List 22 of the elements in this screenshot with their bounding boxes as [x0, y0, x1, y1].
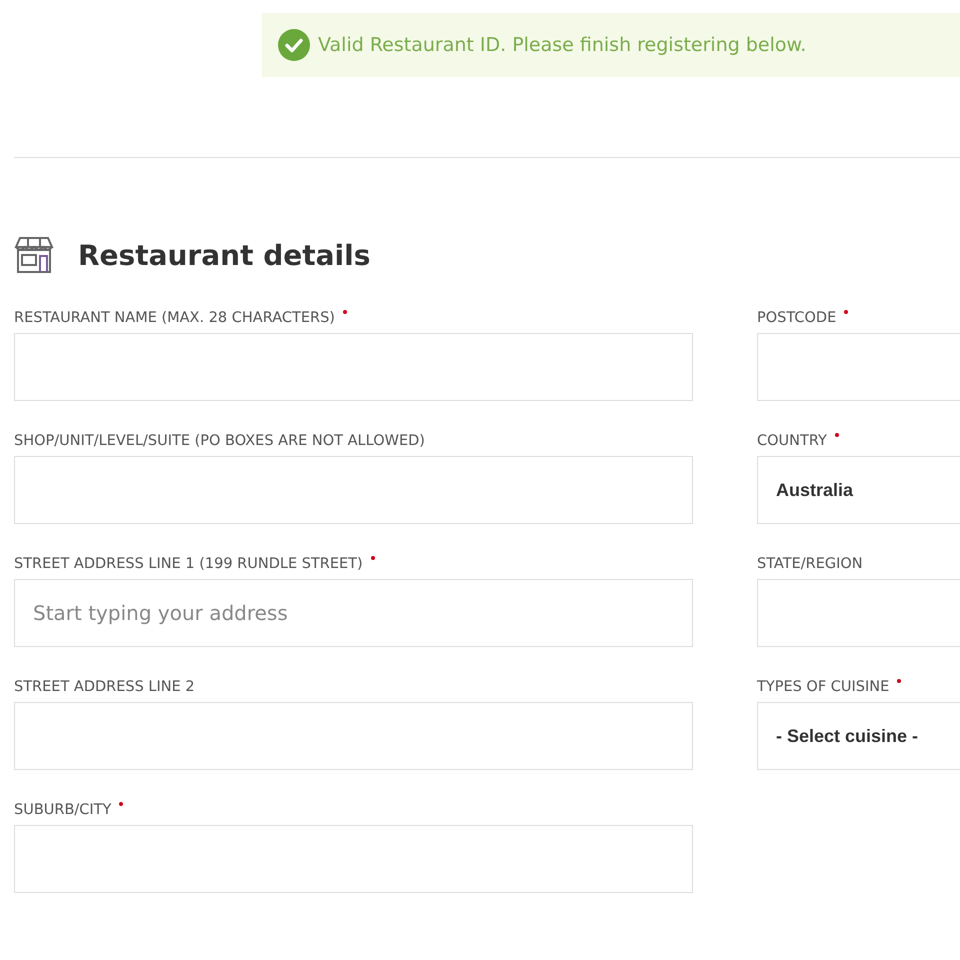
input-field[interactable]: Start typing your address	[14, 579, 693, 647]
input-field[interactable]	[14, 456, 693, 524]
field-label: TYPES OF CUISINE	[757, 679, 890, 695]
field-label: RESTAURANT NAME (MAX. 28 CHARACTERS)	[14, 310, 335, 326]
select-field[interactable]: - Select cuisine -	[757, 702, 960, 770]
field-label: SUBURB/CITY	[14, 802, 112, 818]
section-title: Restaurant details	[78, 238, 370, 272]
input-field[interactable]	[757, 333, 960, 401]
check-icon	[278, 29, 310, 61]
input-field[interactable]	[14, 825, 693, 893]
input-field[interactable]	[14, 333, 693, 401]
storefront-icon	[14, 236, 54, 274]
field-label: STREET ADDRESS LINE 2	[14, 679, 195, 695]
input-field[interactable]	[757, 579, 960, 647]
field-label: STREET ADDRESS LINE 1 (199 RUNDLE STREET)	[14, 556, 363, 572]
input-field[interactable]	[14, 702, 693, 770]
select-field[interactable]: Australia	[757, 456, 960, 524]
field-label: STATE/REGION	[757, 556, 863, 572]
field-label: SHOP/UNIT/LEVEL/SUITE (PO BOXES ARE NOT ALLOWED)	[14, 433, 425, 449]
field-label: COUNTRY	[757, 433, 827, 449]
banner-message: Valid Restaurant ID. Please finish registering below.	[318, 34, 806, 56]
field-label: POSTCODE	[757, 310, 836, 326]
